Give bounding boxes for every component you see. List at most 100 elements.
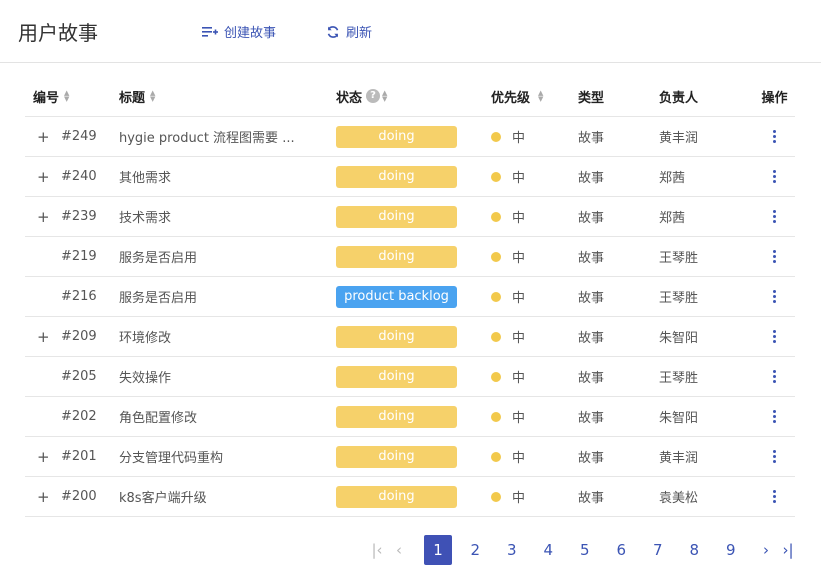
story-title[interactable]: 分支管理代码重构: [119, 447, 223, 466]
table-row[interactable]: + #249 hygie product 流程图需要 ... doing 中 故…: [25, 116, 795, 156]
cell-status: doing: [336, 125, 491, 148]
more-actions-icon[interactable]: [765, 290, 785, 303]
story-title[interactable]: 服务是否启用: [119, 247, 197, 266]
status-badge[interactable]: doing: [336, 165, 457, 188]
cell-title[interactable]: hygie product 流程图需要 ...: [119, 127, 336, 146]
story-title[interactable]: 服务是否启用: [119, 287, 197, 306]
type-label: 故事: [578, 451, 605, 466]
status-badge[interactable]: doing: [336, 205, 457, 228]
story-title[interactable]: 角色配置修改: [119, 407, 197, 426]
page-5-button[interactable]: 5: [567, 541, 604, 559]
column-id[interactable]: 编号 ▲ ▼: [25, 87, 119, 106]
next-page-icon[interactable]: ›: [755, 541, 777, 559]
story-title[interactable]: 技术需求: [119, 207, 171, 226]
column-actions-label: 操作: [761, 90, 788, 106]
page-4-button[interactable]: 4: [530, 541, 567, 559]
priority-dot-icon: [491, 131, 501, 142]
more-actions-icon[interactable]: [765, 450, 785, 463]
status-badge[interactable]: doing: [336, 325, 457, 348]
page-header: 用户故事 创建故事 刷新: [0, 0, 821, 63]
story-title[interactable]: k8s客户端升级: [119, 487, 207, 506]
story-title[interactable]: 其他需求: [119, 167, 171, 186]
story-title[interactable]: 失效操作: [119, 367, 171, 386]
cell-title[interactable]: 技术需求: [119, 207, 336, 226]
expand-icon[interactable]: +: [37, 328, 50, 346]
priority-dot-icon: [491, 171, 501, 182]
create-story-button[interactable]: 创建故事: [202, 22, 276, 41]
cell-id: + #239: [25, 208, 119, 226]
story-title[interactable]: 环境修改: [119, 327, 171, 346]
more-actions-icon[interactable]: [765, 410, 785, 423]
status-badge[interactable]: doing: [336, 365, 457, 388]
sort-icon[interactable]: ▲ ▼: [382, 90, 387, 103]
priority-dot-icon: [491, 331, 501, 342]
status-badge[interactable]: doing: [336, 485, 457, 508]
column-status[interactable]: 状态 ? ▲ ▼: [336, 87, 491, 106]
expand-icon[interactable]: +: [37, 128, 50, 146]
cell-id: + #202: [25, 408, 119, 426]
table-row[interactable]: + #209 环境修改 doing 中 故事 朱智阳: [25, 316, 795, 356]
help-icon[interactable]: ?: [366, 89, 381, 103]
refresh-button[interactable]: 刷新: [326, 22, 372, 41]
more-actions-icon[interactable]: [765, 370, 785, 383]
sort-icon[interactable]: ▲ ▼: [538, 90, 543, 103]
status-badge[interactable]: doing: [336, 445, 457, 468]
more-actions-icon[interactable]: [765, 130, 785, 143]
page-1-button[interactable]: 1: [424, 535, 452, 565]
prev-page-icon[interactable]: ‹: [388, 541, 410, 559]
column-title[interactable]: 标题 ▲ ▼: [119, 87, 336, 106]
table-row[interactable]: + #200 k8s客户端升级 doing 中 故事 袁美松: [25, 476, 795, 517]
story-id: #205: [61, 369, 97, 384]
cell-actions: [754, 410, 795, 423]
owner-name: 王琴胜: [659, 371, 699, 386]
status-badge[interactable]: doing: [336, 405, 457, 428]
cell-id: + #205: [25, 368, 119, 386]
table-row[interactable]: + #202 角色配置修改 doing 中 故事 朱智阳: [25, 396, 795, 436]
cell-title[interactable]: 其他需求: [119, 167, 336, 186]
page-8-button[interactable]: 8: [676, 541, 713, 559]
cell-status: doing: [336, 245, 491, 268]
page-7-button[interactable]: 7: [640, 541, 677, 559]
cell-title[interactable]: 服务是否启用: [119, 247, 336, 266]
cell-owner: 王琴胜: [659, 247, 754, 266]
column-priority[interactable]: 优先级 ▲ ▼: [491, 87, 578, 106]
cell-title[interactable]: 分支管理代码重构: [119, 447, 336, 466]
table-row[interactable]: + #201 分支管理代码重构 doing 中 故事 黄丰润: [25, 436, 795, 476]
cell-title[interactable]: k8s客户端升级: [119, 487, 336, 506]
expand-icon[interactable]: +: [37, 168, 50, 186]
expand-icon[interactable]: +: [37, 448, 50, 466]
column-title-label: 标题: [119, 90, 146, 106]
table-row[interactable]: + #239 技术需求 doing 中 故事 郑茜: [25, 196, 795, 236]
table-row[interactable]: + #219 服务是否启用 doing 中 故事 王琴胜: [25, 236, 795, 276]
type-label: 故事: [578, 251, 605, 266]
sort-icon[interactable]: ▲ ▼: [64, 90, 69, 103]
page-2-button[interactable]: 2: [457, 541, 494, 559]
cell-id: + #216: [25, 288, 119, 306]
type-label: 故事: [578, 491, 605, 506]
more-actions-icon[interactable]: [765, 330, 785, 343]
first-page-icon[interactable]: |‹: [366, 541, 388, 559]
table-row[interactable]: + #216 服务是否启用 product backlog 中 故事 王琴胜: [25, 276, 795, 316]
status-badge[interactable]: doing: [336, 125, 457, 148]
table-row[interactable]: + #205 失效操作 doing 中 故事 王琴胜: [25, 356, 795, 396]
last-page-icon[interactable]: ›|: [777, 541, 799, 559]
status-badge[interactable]: product backlog: [336, 285, 457, 308]
page-3-button[interactable]: 3: [494, 541, 531, 559]
status-badge[interactable]: doing: [336, 245, 457, 268]
page-6-button[interactable]: 6: [603, 541, 640, 559]
table-row[interactable]: + #240 其他需求 doing 中 故事 郑茜: [25, 156, 795, 196]
more-actions-icon[interactable]: [765, 170, 785, 183]
expand-icon[interactable]: +: [37, 208, 50, 226]
story-title[interactable]: hygie product 流程图需要 ...: [119, 127, 295, 146]
cell-title[interactable]: 服务是否启用: [119, 287, 336, 306]
page-9-button[interactable]: 9: [713, 541, 750, 559]
cell-title[interactable]: 环境修改: [119, 327, 336, 346]
expand-icon[interactable]: +: [37, 488, 50, 506]
type-label: 故事: [578, 331, 605, 346]
cell-title[interactable]: 角色配置修改: [119, 407, 336, 426]
more-actions-icon[interactable]: [765, 210, 785, 223]
more-actions-icon[interactable]: [765, 490, 785, 503]
sort-icon[interactable]: ▲ ▼: [150, 90, 155, 103]
more-actions-icon[interactable]: [765, 250, 785, 263]
cell-title[interactable]: 失效操作: [119, 367, 336, 386]
